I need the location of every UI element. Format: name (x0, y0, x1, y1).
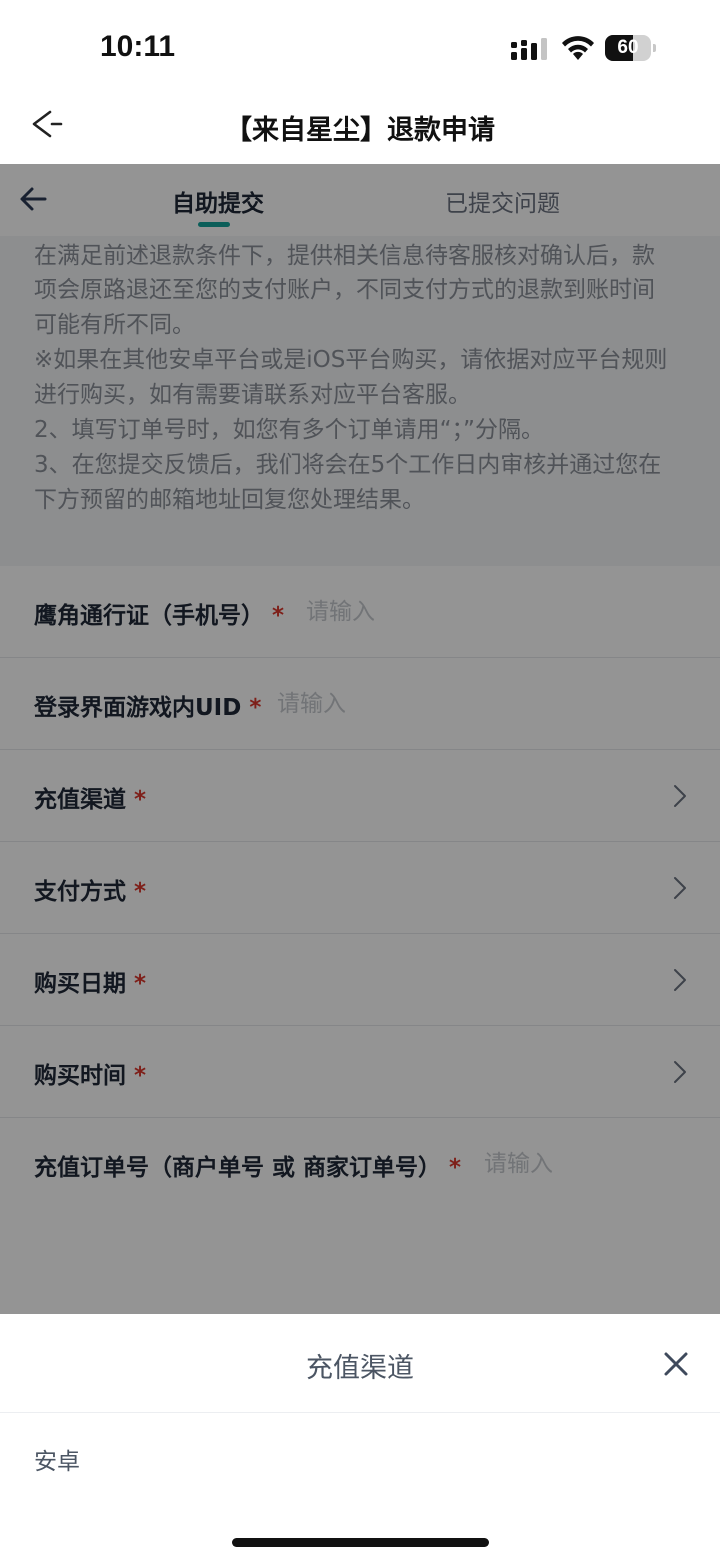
battery-icon: 60 (605, 35, 657, 61)
app-header: 【来自星尘】退款申请 (0, 92, 720, 164)
sheet-title: 充值渠道 (306, 1353, 414, 1384)
battery-level: 60 (617, 37, 639, 58)
page-title: 【来自星尘】退款申请 (225, 115, 495, 146)
option-android[interactable]: 安卓 (34, 1442, 80, 1476)
cellular-signal-icon (511, 38, 547, 60)
close-icon[interactable] (660, 1348, 692, 1380)
status-time: 10:11 (100, 30, 176, 63)
status-bar: 10:11 60 (0, 0, 720, 92)
divider (0, 1412, 720, 1413)
home-indicator (232, 1538, 489, 1547)
wifi-icon (562, 36, 594, 60)
recharge-channel-sheet: 充值渠道 安卓 (0, 1314, 720, 1561)
modal-overlay[interactable] (0, 164, 720, 1314)
